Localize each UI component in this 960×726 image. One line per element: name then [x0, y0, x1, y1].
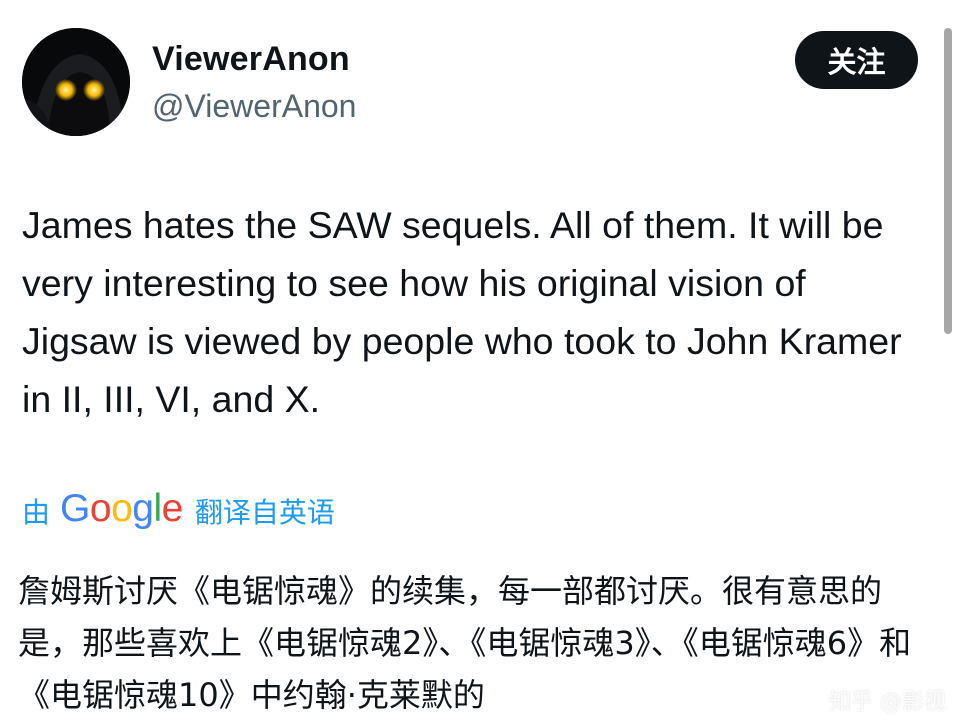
translated-text: 詹姆斯讨厌《电锯惊魂》的续集，每一部都讨厌。很有意思的是，那些喜欢上《电锯惊魂2… [18, 572, 912, 714]
google-logo-letter: o [111, 487, 133, 530]
hooded-figure-icon [22, 28, 130, 136]
follow-button[interactable]: 关注 [795, 31, 918, 89]
google-logo-letter: o [89, 487, 112, 530]
google-logo-letter: g [132, 487, 154, 530]
display-name[interactable]: ViewerAnon [152, 40, 350, 79]
translation-attribution: 由 Google 翻译自英语 [22, 486, 335, 536]
tweet-text: James hates the SAW sequels. All of them… [22, 204, 902, 420]
google-logo-letter: e [161, 487, 184, 530]
translated-by-label: 由 [22, 496, 51, 529]
avatar[interactable] [22, 28, 130, 136]
google-logo: Google [60, 487, 183, 531]
scrollbar[interactable] [944, 28, 952, 334]
google-logo-letter: G [60, 487, 90, 530]
translated-from-english-link[interactable]: 翻译自英语 [195, 491, 335, 531]
google-logo-letter: l [153, 487, 162, 530]
user-handle[interactable]: @ViewerAnon [152, 88, 356, 125]
watermark: 知乎 @影视 [829, 690, 946, 715]
